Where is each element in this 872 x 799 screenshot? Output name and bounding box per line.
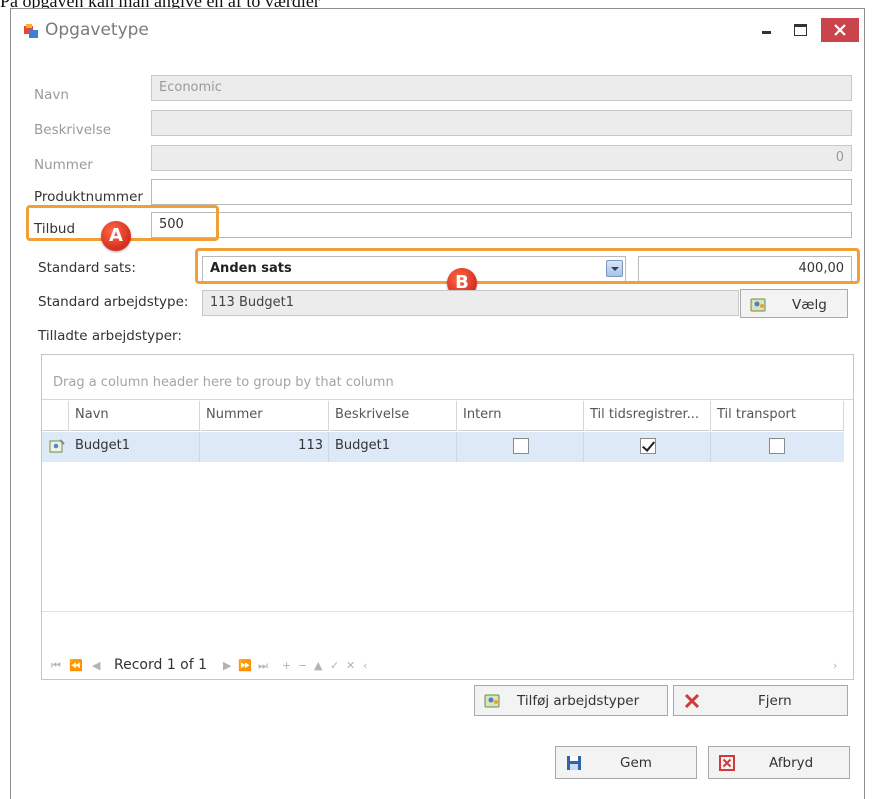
navn-label: Navn — [34, 87, 69, 103]
intern-checkbox[interactable] — [513, 438, 529, 454]
users-icon — [750, 298, 766, 312]
tilladte-label: Tilladte arbejdstyper: — [38, 328, 182, 344]
cell-beskrivelse[interactable]: Budget1 — [330, 432, 457, 462]
column-header-intern[interactable]: Intern — [458, 401, 584, 431]
save-record-icon[interactable]: ✓ — [330, 659, 339, 672]
add-users-icon — [484, 694, 500, 708]
navn-field[interactable]: Economic — [151, 75, 852, 101]
title-bar: Opgavetype — [11, 9, 864, 53]
close-icon — [834, 24, 846, 36]
nummer-label: Nummer — [34, 157, 93, 173]
standard-sats-label: Standard sats: — [38, 260, 136, 276]
beskrivelse-label: Beskrivelse — [34, 122, 112, 138]
standard-arbejdstype-field[interactable]: 113 Budget1 — [202, 290, 739, 316]
prev-record-icon[interactable]: ◀ — [92, 659, 100, 672]
vaelg-button[interactable]: Vælg — [740, 289, 848, 318]
arbejdstyper-grid: Drag a column header here to group by th… — [41, 354, 854, 680]
row-edit-icon — [49, 439, 65, 453]
gem-button[interactable]: Gem — [555, 746, 697, 779]
column-header-til-transport[interactable]: Til transport — [712, 401, 844, 431]
record-counter: Record 1 of 1 — [114, 657, 208, 673]
app-icon — [24, 24, 38, 38]
standard-arbejdstype-label: Standard arbejdstype: — [38, 294, 189, 310]
add-record-icon[interactable]: + — [282, 659, 291, 672]
first-record-icon[interactable]: ⏮ — [51, 659, 61, 673]
beskrivelse-field[interactable] — [151, 110, 852, 136]
scroll-right-icon[interactable]: › — [833, 659, 837, 672]
marker-a: A — [101, 221, 131, 251]
fjern-label: Fjern — [758, 693, 792, 709]
prev-page-icon[interactable]: ⏪ — [69, 659, 83, 672]
fjern-button[interactable]: Fjern — [673, 685, 848, 716]
tilfoej-arbejdstyper-button[interactable]: Tilføj arbejdstyper — [474, 685, 668, 716]
cancel-icon — [719, 755, 735, 771]
row-indicator-header — [42, 401, 69, 431]
close-button[interactable] — [821, 18, 859, 42]
minimize-button[interactable] — [757, 17, 777, 39]
column-header-til-tidsregistrering[interactable]: Til tidsregistrer... — [585, 401, 711, 431]
gem-label: Gem — [620, 755, 652, 771]
produktnummer-field[interactable] — [151, 179, 852, 205]
delete-record-icon[interactable]: − — [298, 659, 307, 672]
opgavetype-dialog: Opgavetype Navn Economic Beskrivelse Num… — [10, 8, 865, 799]
highlight-b — [195, 248, 860, 284]
tilbud-field[interactable]: 500 — [151, 212, 852, 238]
record-navigator: ⏮ ⏪ ◀ Record 1 of 1 ▶ ⏩ ⏭ + − ▲ ✓ ✕ ‹ › — [42, 651, 853, 681]
til-transport-checkbox[interactable] — [769, 438, 785, 454]
nummer-field[interactable]: 0 — [151, 145, 852, 171]
cell-til-transport — [712, 432, 844, 462]
cell-nummer[interactable]: 113 — [201, 432, 329, 462]
scroll-left-icon[interactable]: ‹ — [363, 659, 367, 672]
next-record-icon[interactable]: ▶ — [223, 659, 231, 672]
column-header-beskrivelse[interactable]: Beskrivelse — [330, 401, 457, 431]
next-page-icon[interactable]: ⏩ — [238, 659, 252, 672]
cell-navn[interactable]: Budget1 — [70, 432, 200, 462]
cancel-record-icon[interactable]: ✕ — [346, 659, 355, 672]
maximize-button[interactable] — [789, 17, 811, 39]
column-header-navn[interactable]: Navn — [70, 401, 200, 431]
afbryd-label: Afbryd — [769, 755, 814, 771]
column-header-nummer[interactable]: Nummer — [201, 401, 329, 431]
remove-icon — [684, 693, 700, 709]
edit-record-icon[interactable]: ▲ — [314, 659, 322, 672]
group-panel[interactable]: Drag a column header here to group by th… — [42, 355, 853, 400]
vaelg-label: Vælg — [792, 297, 827, 313]
grid-divider — [42, 611, 853, 612]
cell-til-tidsregistrering — [585, 432, 711, 462]
produktnummer-label: Produktnummer — [34, 189, 143, 205]
tilfoej-label: Tilføj arbejdstyper — [517, 693, 640, 709]
cell-intern — [458, 432, 584, 462]
afbryd-button[interactable]: Afbryd — [708, 746, 850, 779]
window-title: Opgavetype — [45, 20, 149, 40]
til-tidsregistrering-checkbox[interactable] — [640, 438, 656, 454]
save-icon — [567, 756, 581, 770]
group-hint: Drag a column header here to group by th… — [53, 375, 394, 390]
last-record-icon[interactable]: ⏭ — [258, 659, 268, 673]
